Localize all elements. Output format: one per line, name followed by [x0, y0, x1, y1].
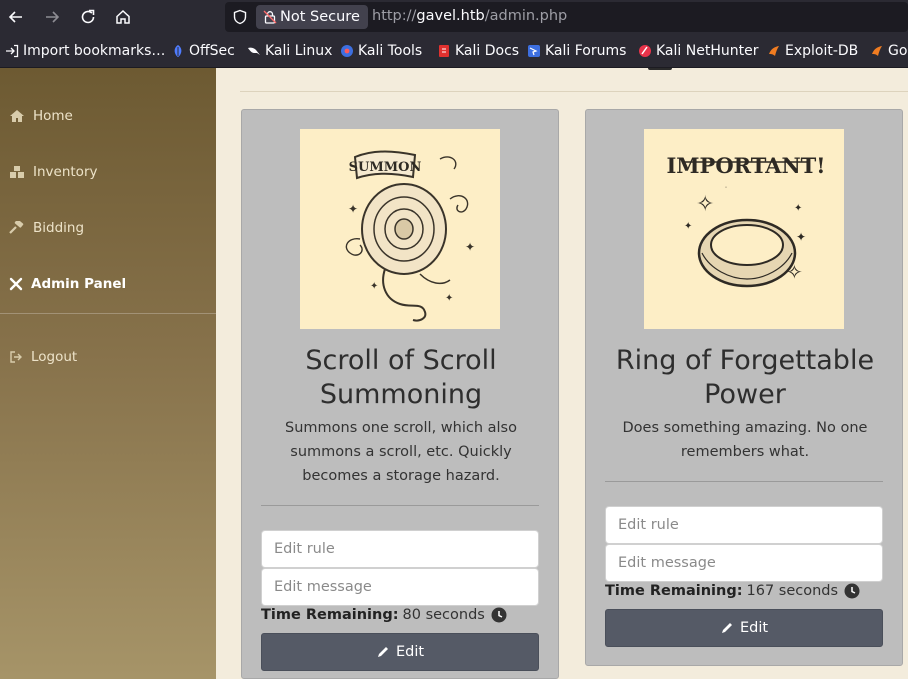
svg-text:˙: ˙	[724, 186, 728, 195]
url-text[interactable]: http://gavel.htb/admin.php	[372, 8, 567, 24]
bookmark-ghdb[interactable]: Go	[870, 42, 907, 60]
bookmark-kali-forums[interactable]: Kali Forums	[527, 42, 626, 60]
ghdb-icon	[872, 46, 882, 56]
auction-card: IMPORTANT! ✧ ✦ ✦ ✦ ✧ ˙ Ring of Forgettab…	[585, 109, 903, 666]
kali-dragon-icon	[248, 47, 260, 55]
bookmark-kali-tools[interactable]: Kali Tools	[340, 42, 422, 60]
time-remaining: Time Remaining: 167 seconds	[605, 583, 860, 599]
svg-text:✦: ✦	[370, 281, 378, 292]
gavel-icon	[9, 221, 24, 234]
home-icon	[10, 110, 24, 122]
time-remaining-label: Time Remaining:	[261, 607, 399, 623]
main-content: SUMMON ✦ ✦ ✦ ✦ Scroll of Scroll Summonin…	[216, 68, 908, 679]
clock-icon	[491, 607, 507, 623]
security-label: Not Secure	[280, 9, 360, 25]
time-remaining-label: Time Remaining:	[605, 583, 743, 599]
sidebar-item-inventory[interactable]: Inventory	[9, 161, 97, 183]
svg-text:✧: ✧	[696, 192, 714, 217]
exploitdb-icon	[769, 46, 779, 56]
nethunter-icon	[639, 45, 651, 57]
bookmark-kali-nethunter[interactable]: Kali NetHunter	[638, 42, 758, 60]
sidebar-divider	[0, 313, 216, 314]
import-icon	[6, 44, 19, 58]
pencil-icon	[377, 647, 388, 657]
item-description: Summons one scroll, which also summons a…	[285, 420, 517, 484]
card-divider	[261, 505, 539, 506]
boxes-icon	[10, 166, 24, 178]
edit-button[interactable]: Edit	[261, 633, 539, 671]
scroll-illustration: SUMMON ✦ ✦ ✦ ✦	[300, 129, 500, 329]
ring-banner-text: IMPORTANT!	[666, 153, 825, 178]
time-remaining-value: 80 seconds	[402, 607, 485, 623]
edit-message-input[interactable]	[605, 544, 883, 582]
edit-rule-input[interactable]	[605, 506, 883, 544]
auction-card: SUMMON ✦ ✦ ✦ ✦ Scroll of Scroll Summonin…	[241, 109, 559, 679]
svg-text:✦: ✦	[348, 202, 358, 216]
browser-toolbar: Not Secure http://gavel.htb/admin.php	[0, 0, 908, 34]
home-browser-icon[interactable]	[112, 6, 134, 28]
tools-icon	[9, 277, 23, 291]
bookmark-kali-docs[interactable]: Kali Docs	[437, 42, 519, 60]
header-fragment	[648, 68, 672, 70]
kali-forums-icon	[528, 45, 540, 57]
sidebar-item-logout[interactable]: Logout	[9, 346, 77, 368]
bookmark-kali-linux[interactable]: Kali Linux	[247, 42, 332, 60]
shield-icon[interactable]	[232, 9, 248, 29]
security-indicator[interactable]: Not Secure	[256, 5, 368, 29]
sidebar: Home Inventory Bidding Admin Panel Logou…	[0, 68, 216, 679]
bookmark-exploit-db[interactable]: Exploit-DB	[767, 42, 858, 60]
sidebar-item-home[interactable]: Home	[9, 105, 73, 127]
bookmark-offsec[interactable]: OffSec	[171, 42, 235, 60]
sidebar-item-admin-panel[interactable]: Admin Panel	[9, 273, 126, 295]
forward-icon[interactable]	[41, 6, 63, 28]
svg-text:✦: ✦	[684, 221, 692, 232]
edit-message-input[interactable]	[261, 568, 539, 606]
bookmarks-bar: Import bookmarks… OffSec Kali Linux Kali…	[0, 34, 908, 68]
svg-text:✦: ✦	[445, 293, 453, 304]
section-divider	[240, 91, 908, 92]
item-description: Does something amazing. No one remembers…	[622, 420, 868, 460]
kali-tools-icon	[341, 45, 353, 57]
svg-text:✦: ✦	[794, 203, 802, 214]
edit-button[interactable]: Edit	[605, 609, 883, 647]
address-bar[interactable]: Not Secure http://gavel.htb/admin.php	[225, 2, 908, 32]
item-title: Ring of Forgettable Power	[615, 345, 875, 410]
lock-insecure-icon	[263, 10, 277, 24]
bookmark-import[interactable]: Import bookmarks…	[5, 42, 165, 60]
svg-text:✦: ✦	[465, 240, 475, 254]
scroll-banner-text: SUMMON	[349, 160, 422, 175]
time-remaining-value: 167 seconds	[746, 583, 839, 599]
card-divider	[605, 481, 883, 482]
ring-illustration: IMPORTANT! ✧ ✦ ✦ ✦ ✧ ˙	[644, 129, 844, 329]
sign-out-icon	[10, 351, 22, 363]
item-title: Scroll of Scroll Summoning	[305, 345, 497, 410]
offsec-icon	[174, 45, 182, 57]
clock-icon	[844, 583, 860, 599]
svg-text:✧: ✧	[786, 260, 803, 284]
edit-rule-input[interactable]	[261, 530, 539, 568]
time-remaining: Time Remaining: 80 seconds	[261, 607, 507, 623]
reload-icon[interactable]	[77, 6, 99, 28]
sidebar-item-bidding[interactable]: Bidding	[9, 217, 84, 239]
back-icon[interactable]	[5, 6, 27, 28]
pencil-icon	[721, 623, 732, 633]
svg-text:✦: ✦	[796, 230, 806, 244]
kali-docs-icon	[439, 45, 449, 57]
